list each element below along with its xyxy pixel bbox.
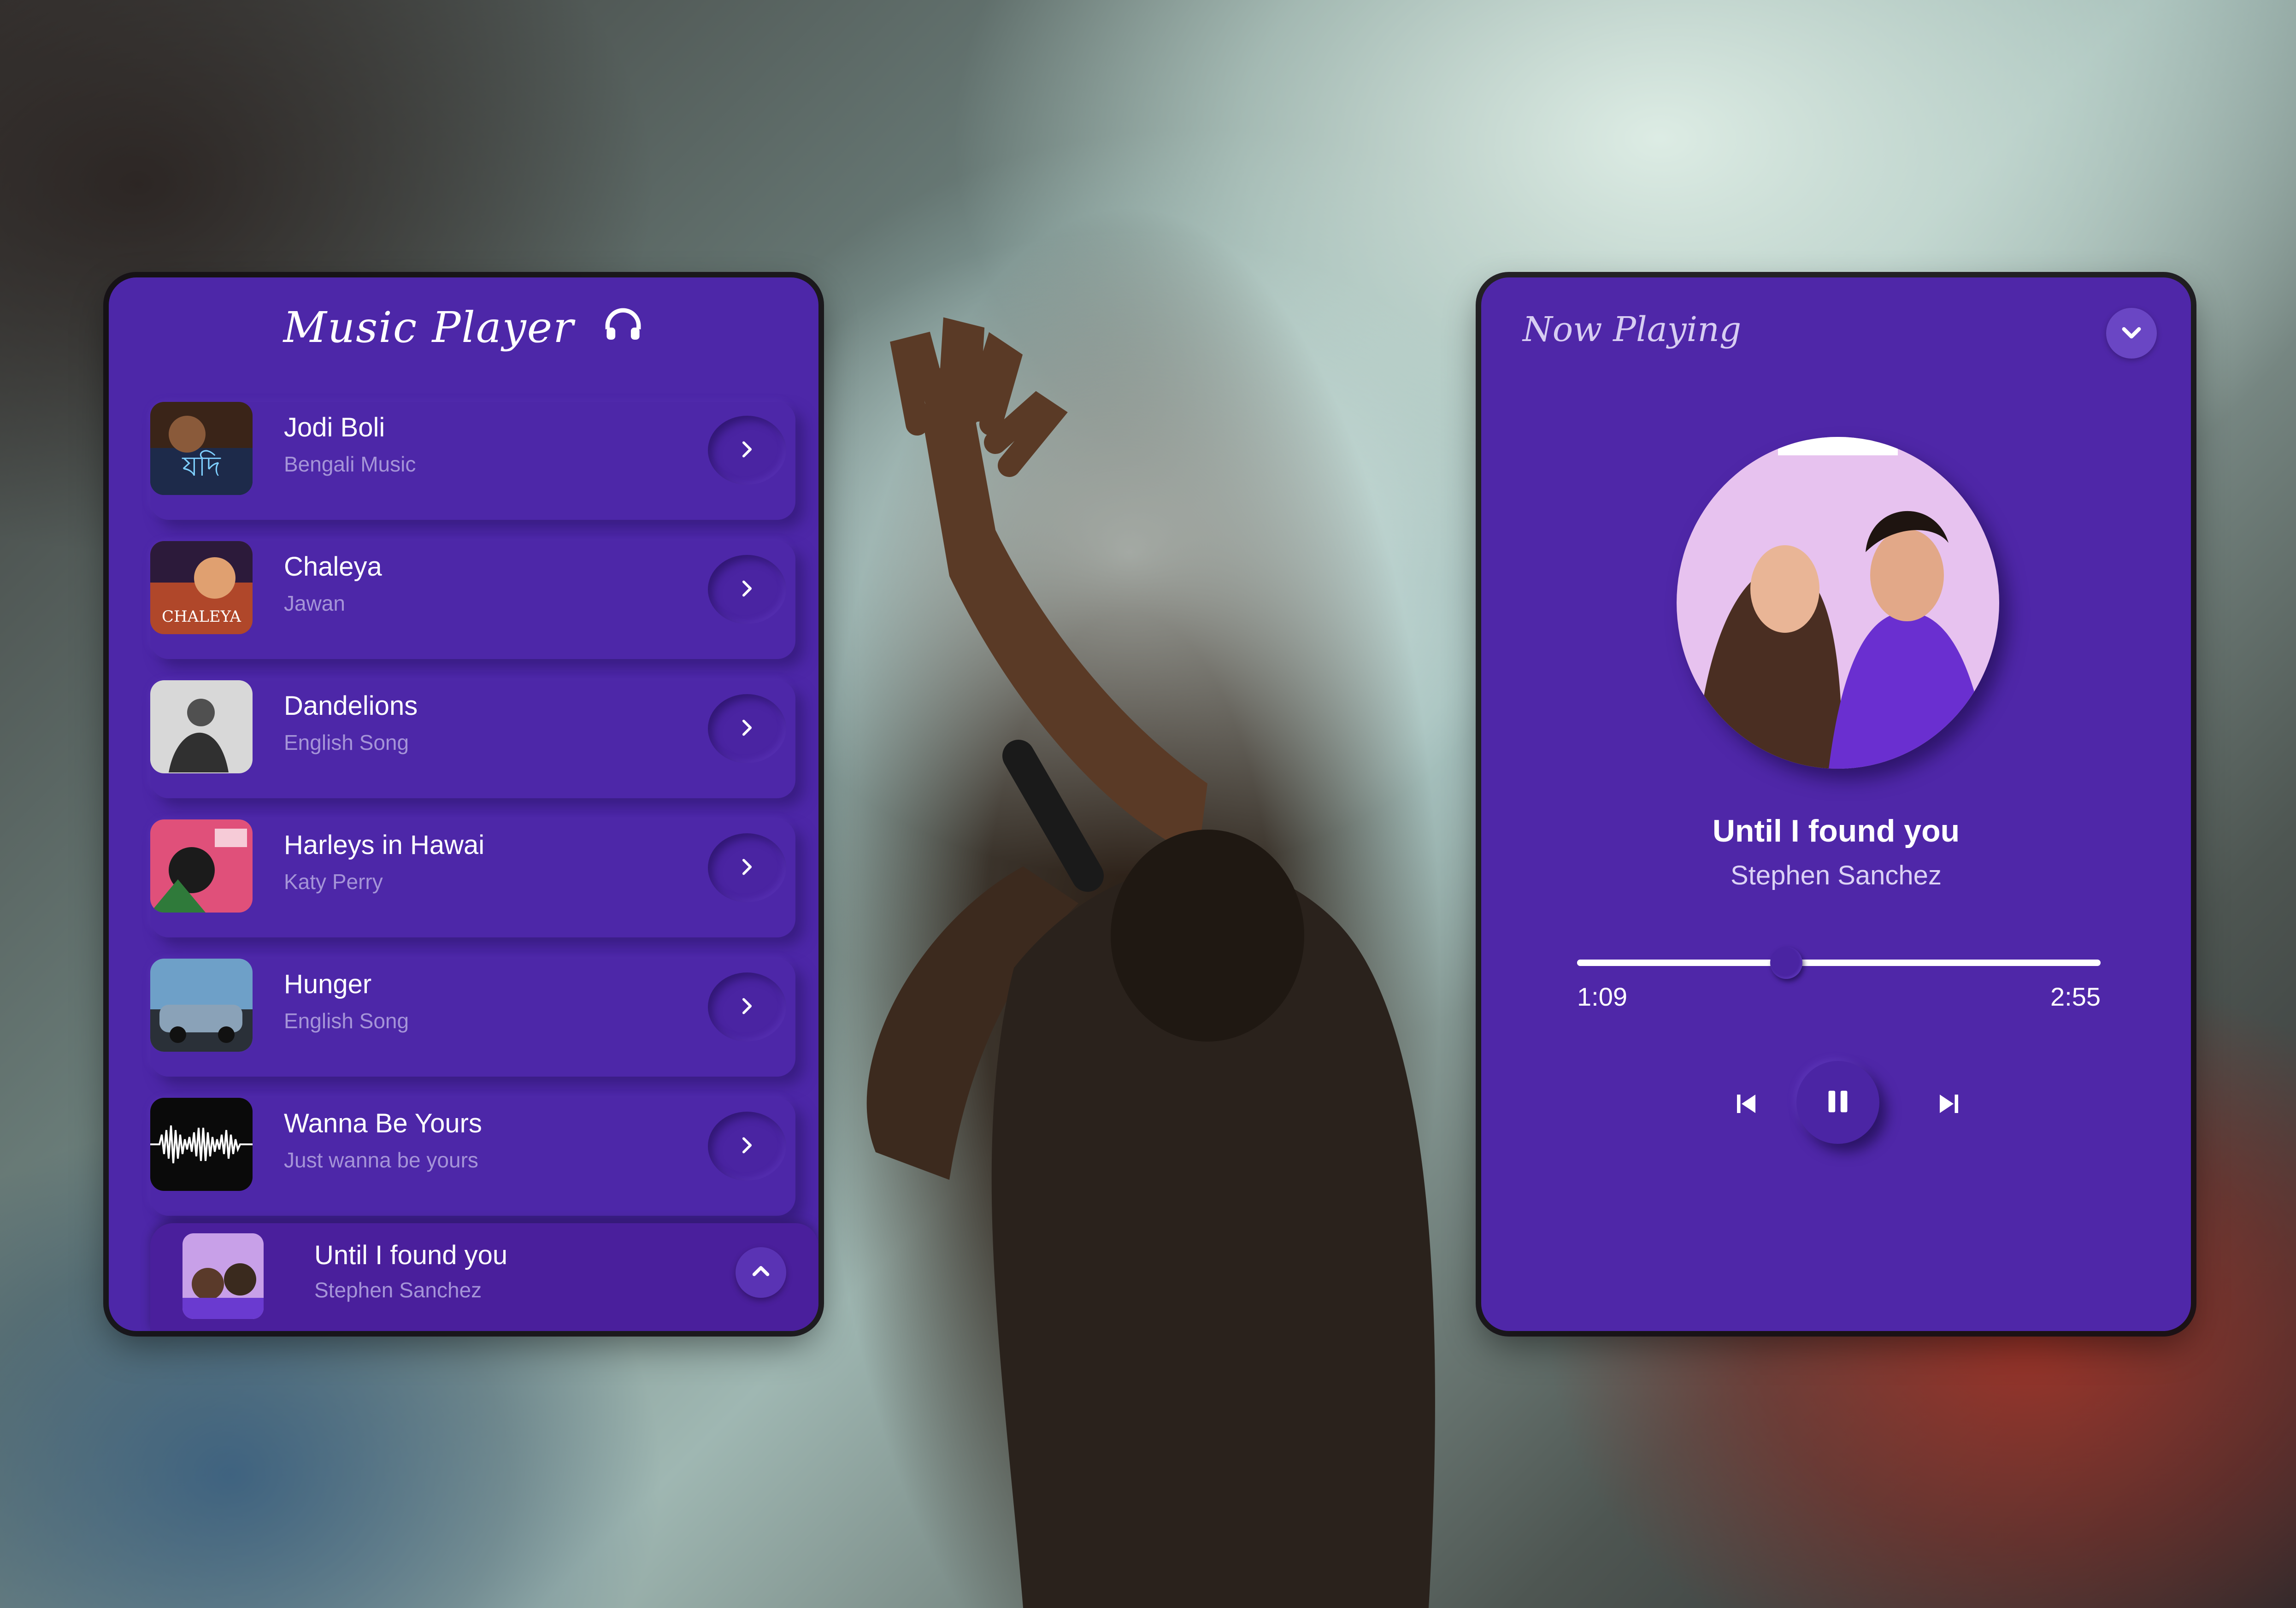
album-thumbnail bbox=[150, 819, 253, 913]
album-thumbnail: যদি bbox=[150, 402, 253, 495]
song-subtitle: Just wanna be yours bbox=[284, 1148, 478, 1172]
song-title: Jodi Boli bbox=[284, 412, 385, 442]
now-playing-label: Now Playing bbox=[1523, 310, 1742, 349]
expand-player-button[interactable] bbox=[736, 1247, 786, 1298]
mini-player-cover bbox=[183, 1233, 264, 1319]
list-item[interactable]: Dandelions English Song bbox=[150, 680, 795, 798]
chevron-right-icon bbox=[737, 439, 757, 462]
open-song-button[interactable] bbox=[708, 416, 786, 485]
mini-player-artist: Stephen Sanchez bbox=[314, 1278, 482, 1302]
song-subtitle: Jawan bbox=[284, 591, 345, 615]
pause-button[interactable] bbox=[1796, 1061, 1879, 1144]
open-song-button[interactable] bbox=[708, 694, 786, 763]
chevron-down-icon bbox=[2119, 319, 2144, 348]
song-subtitle: English Song bbox=[284, 730, 409, 754]
open-song-button[interactable] bbox=[708, 555, 786, 624]
list-item[interactable]: CHALEYA Chaleya Jawan bbox=[150, 541, 795, 659]
song-subtitle: Katy Perry bbox=[284, 870, 383, 894]
song-title: Chaleya bbox=[284, 552, 382, 582]
track-title: Until I found you bbox=[1712, 813, 1960, 848]
seek-bar[interactable] bbox=[1577, 947, 2101, 979]
album-thumbnail bbox=[150, 959, 253, 1052]
album-thumbnail bbox=[150, 680, 253, 773]
app-title-text: Music Player bbox=[283, 303, 575, 352]
chevron-right-icon bbox=[737, 1135, 757, 1158]
chevron-up-icon bbox=[749, 1260, 772, 1285]
open-song-button[interactable] bbox=[708, 833, 786, 902]
seek-handle[interactable] bbox=[1770, 947, 1803, 979]
total-time: 2:55 bbox=[2050, 982, 2101, 1011]
seek-bar-fill bbox=[1577, 960, 1787, 966]
app-title: Music Player bbox=[109, 303, 818, 357]
headphones-icon bbox=[602, 305, 644, 357]
mini-player[interactable]: Until I found you Stephen Sanchez bbox=[150, 1223, 818, 1331]
chevron-right-icon bbox=[737, 718, 757, 740]
open-song-button[interactable] bbox=[708, 1112, 786, 1181]
music-library-panel: Music Player যদি Jodi Boli Bengali Music… bbox=[109, 277, 818, 1331]
chevron-right-icon bbox=[737, 996, 757, 1019]
list-item[interactable]: Hunger English Song bbox=[150, 959, 795, 1077]
track-artist: Stephen Sanchez bbox=[1731, 860, 1942, 890]
next-button[interactable] bbox=[1924, 1079, 1974, 1130]
album-thumbnail bbox=[150, 1098, 253, 1191]
song-list: যদি Jodi Boli Bengali Music CHALEYA Chal… bbox=[150, 402, 795, 1237]
song-title: Hunger bbox=[284, 969, 372, 999]
current-time: 1:09 bbox=[1577, 982, 1627, 1011]
list-item[interactable]: যদি Jodi Boli Bengali Music bbox=[150, 402, 795, 520]
skip-forward-icon bbox=[1935, 1090, 1963, 1120]
pause-icon bbox=[1822, 1085, 1854, 1120]
svg-text:CHALEYA: CHALEYA bbox=[162, 607, 241, 626]
chevron-right-icon bbox=[737, 578, 757, 601]
now-playing-panel: Now Playing Until I found you Stephen Sa… bbox=[1481, 277, 2191, 1331]
open-song-button[interactable] bbox=[708, 972, 786, 1042]
list-item[interactable]: Wanna Be Yours Just wanna be yours bbox=[150, 1098, 795, 1216]
collapse-button[interactable] bbox=[2106, 308, 2157, 359]
song-subtitle: English Song bbox=[284, 1009, 409, 1033]
mini-player-title: Until I found you bbox=[314, 1240, 508, 1270]
song-title: Wanna Be Yours bbox=[284, 1108, 482, 1138]
skip-back-icon bbox=[1732, 1090, 1760, 1120]
svg-text:যদি: যদি bbox=[182, 450, 221, 483]
list-item[interactable]: Harleys in Hawai Katy Perry bbox=[150, 819, 795, 937]
album-thumbnail: CHALEYA bbox=[150, 541, 253, 634]
previous-button[interactable] bbox=[1721, 1079, 1772, 1130]
album-cover-art bbox=[1677, 437, 1999, 769]
song-subtitle: Bengali Music bbox=[284, 452, 416, 476]
song-title: Dandelions bbox=[284, 691, 418, 721]
chevron-right-icon bbox=[737, 857, 757, 879]
song-title: Harleys in Hawai bbox=[284, 830, 485, 860]
